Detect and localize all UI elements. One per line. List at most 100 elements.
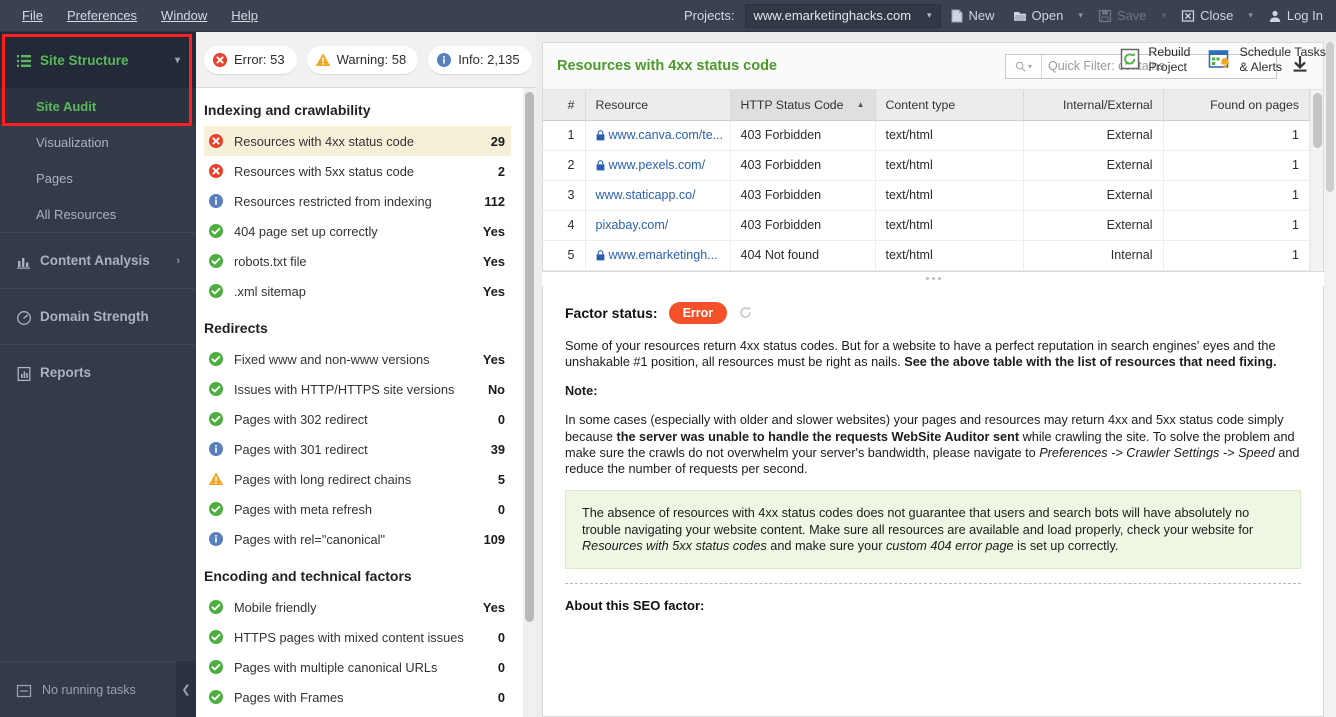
factor-row[interactable]: Fixed www and non-www versions Yes <box>204 344 511 374</box>
factor-row-label: Pages with multiple canonical URLs <box>234 659 438 675</box>
schedule-line-1: Schedule Tasks <box>1239 44 1326 59</box>
table-column-header[interactable]: HTTP Status Code ▲ <box>730 90 876 121</box>
table-cell-resource[interactable]: www.pexels.com/ <box>585 150 731 181</box>
scrollbar-thumb[interactable] <box>1313 93 1322 148</box>
table-cell-resource[interactable]: www.emarketingh... <box>585 240 731 271</box>
login-button[interactable]: Log In <box>1259 0 1332 31</box>
scrollbar-thumb[interactable] <box>1326 42 1334 192</box>
factor-row[interactable]: HTTPS pages with mixed content issues 0 <box>204 622 511 652</box>
status-badge-error[interactable]: Error: 53 <box>204 45 297 74</box>
factor-row[interactable]: Mobile friendly Yes <box>204 592 511 622</box>
success-icon <box>208 283 224 299</box>
resource-link-label[interactable]: www.emarketingh... <box>609 248 718 262</box>
menu-item-window[interactable]: Window <box>151 4 217 27</box>
status-badge-info[interactable]: Info: 2,135 <box>428 45 532 74</box>
header-actions: Rebuild Project Schedule Tasks & Alerts <box>1119 32 1326 88</box>
menu-item-file[interactable]: File <box>12 4 53 27</box>
sidebar-section-site-structure[interactable]: Site Structure ▾ <box>0 32 196 88</box>
table-row[interactable]: 5 www.emarketingh... 404 Not found text/htm… <box>543 240 1310 271</box>
refresh-icon[interactable] <box>738 305 753 320</box>
close-dropdown-caret[interactable]: ▾ <box>1242 0 1259 31</box>
about-seo-factor-heading: About this SEO factor: <box>565 598 705 613</box>
table-column-header[interactable]: Content type <box>875 90 1024 121</box>
project-select[interactable]: www.emarketinghacks.com ▾ <box>744 3 941 28</box>
table-row[interactable]: 1 www.canva.com/te... 403 Forbidden text/ht… <box>543 120 1310 151</box>
factor-row[interactable]: Resources restricted from indexing 112 <box>204 186 511 216</box>
schedule-tasks-button[interactable]: Schedule Tasks & Alerts <box>1208 45 1326 76</box>
factor-row[interactable]: Pages with 302 redirect 0 <box>204 404 511 434</box>
factor-row[interactable]: Pages with 301 redirect 39 <box>204 434 511 464</box>
table-cell-resource[interactable]: www.canva.com/te... <box>585 120 731 151</box>
factor-row-label: 404 page set up correctly <box>234 223 378 239</box>
status-badge-warning[interactable]: Warning: 58 <box>306 45 419 74</box>
sidebar-item-all-resources[interactable]: All Resources <box>0 196 196 232</box>
resource-link[interactable]: www.pexels.com/ <box>596 158 720 172</box>
factor-row[interactable]: 404 page set up correctly Yes <box>204 216 511 246</box>
factor-row[interactable]: Pages with rel="canonical" 109 <box>204 524 511 554</box>
table-column-header[interactable]: # <box>543 90 586 121</box>
sidebar-item-pages[interactable]: Pages <box>0 160 196 196</box>
sidebar-item-visualization[interactable]: Visualization <box>0 124 196 160</box>
factor-row[interactable]: Pages with multiple canonical URLs 0 <box>204 652 511 682</box>
rebuild-line-1: Rebuild <box>1148 44 1191 59</box>
factor-row[interactable]: robots.txt file Yes <box>204 246 511 276</box>
table-column-header[interactable]: Found on pages <box>1163 90 1310 121</box>
factor-row[interactable]: Resources with 5xx status code 2 <box>204 156 511 186</box>
factor-row[interactable]: Pages with meta refresh 0 <box>204 494 511 524</box>
sidebar-item-label: Site Audit <box>36 98 97 114</box>
table-column-header[interactable]: Resource <box>585 90 731 121</box>
factor-row-label: Issues with HTTP/HTTPS site versions <box>234 381 455 397</box>
table-cell-resource[interactable]: www.staticapp.co/ <box>585 180 731 211</box>
factor-row[interactable]: Pages with Frames 0 <box>204 682 511 712</box>
running-tasks-status[interactable]: No running tasks <box>0 661 196 717</box>
table-cell-resource[interactable]: pixabay.com/ <box>585 210 731 241</box>
scrollbar-thumb[interactable] <box>525 92 534 622</box>
rebuild-project-button[interactable]: Rebuild Project <box>1119 45 1190 76</box>
table-scrollbar[interactable] <box>1310 90 1323 271</box>
factor-row-label: Resources with 4xx status code <box>234 133 414 149</box>
resource-link[interactable]: www.emarketingh... <box>596 248 720 262</box>
factor-row[interactable]: .xml sitemap Yes <box>204 276 511 306</box>
resource-link-label[interactable]: www.staticapp.co/ <box>596 188 696 202</box>
detail-title: Resources with 4xx status code <box>557 58 777 74</box>
resource-link-label[interactable]: pixabay.com/ <box>596 218 669 232</box>
filter-mode-button[interactable]: ▾ <box>1006 54 1042 78</box>
resource-link[interactable]: www.staticapp.co/ <box>596 188 720 202</box>
sidebar-item-reports[interactable]: Reports <box>0 344 196 400</box>
close-button[interactable]: Close <box>1172 0 1242 31</box>
factor-row-value: Yes <box>482 223 505 239</box>
menu-item-preferences[interactable]: Preferences <box>57 4 147 27</box>
table-cell-content_type: text/html <box>875 180 1024 211</box>
detail-panel-scrollbar[interactable] <box>1324 42 1336 717</box>
factor-row[interactable]: Issues with HTTP/HTTPS site versions No <box>204 374 511 404</box>
chevron-down-icon: ▾ <box>1027 61 1032 71</box>
sidebar-item-site-audit[interactable]: Site Audit <box>0 88 196 124</box>
resource-link-label[interactable]: www.pexels.com/ <box>609 158 706 172</box>
table-row[interactable]: 2 www.pexels.com/403 Forbidden text/html Ex… <box>543 150 1310 181</box>
panel-splitter[interactable] <box>542 271 1324 286</box>
resource-link[interactable]: pixabay.com/ <box>596 218 720 232</box>
factor-row-value: 0 <box>497 501 505 517</box>
resource-link[interactable]: www.canva.com/te... <box>596 128 723 142</box>
table-row[interactable]: 4 pixabay.com/403 Forbidden text/html Exter… <box>543 210 1310 241</box>
resource-link-label[interactable]: www.canva.com/te... <box>609 128 724 142</box>
table-cell-content_type: text/html <box>875 120 1024 151</box>
menu-item-help[interactable]: Help <box>221 4 268 27</box>
factor-row-label: Pages with long redirect chains <box>234 471 412 487</box>
factor-list-scrollbar[interactable] <box>523 88 536 717</box>
table-header-row: # Resource HTTP Status Code ▲ Content type In… <box>543 90 1310 121</box>
factor-row-value: 2 <box>497 163 505 179</box>
factor-row-label: HTTPS pages with mixed content issues <box>234 629 464 645</box>
factor-row[interactable]: Pages with long redirect chains 5 <box>204 464 511 494</box>
table-cell-status: 403 Forbidden <box>730 180 876 211</box>
open-dropdown-caret[interactable]: ▾ <box>1072 0 1089 31</box>
table-column-header[interactable]: Internal/External <box>1023 90 1164 121</box>
sidebar-item-content-analysis[interactable]: Content Analysis › <box>0 232 196 288</box>
open-button[interactable]: Open <box>1004 0 1073 31</box>
sidebar-item-domain-strength[interactable]: Domain Strength <box>0 288 196 344</box>
new-button[interactable]: New <box>941 0 1004 31</box>
sidebar-collapse-button[interactable]: ❮ <box>176 661 196 717</box>
factor-row[interactable]: Resources with 4xx status code 29 <box>204 126 511 156</box>
table-row[interactable]: 3 www.staticapp.co/403 Forbidden text/html… <box>543 180 1310 211</box>
factor-row-label: robots.txt file <box>234 253 307 269</box>
